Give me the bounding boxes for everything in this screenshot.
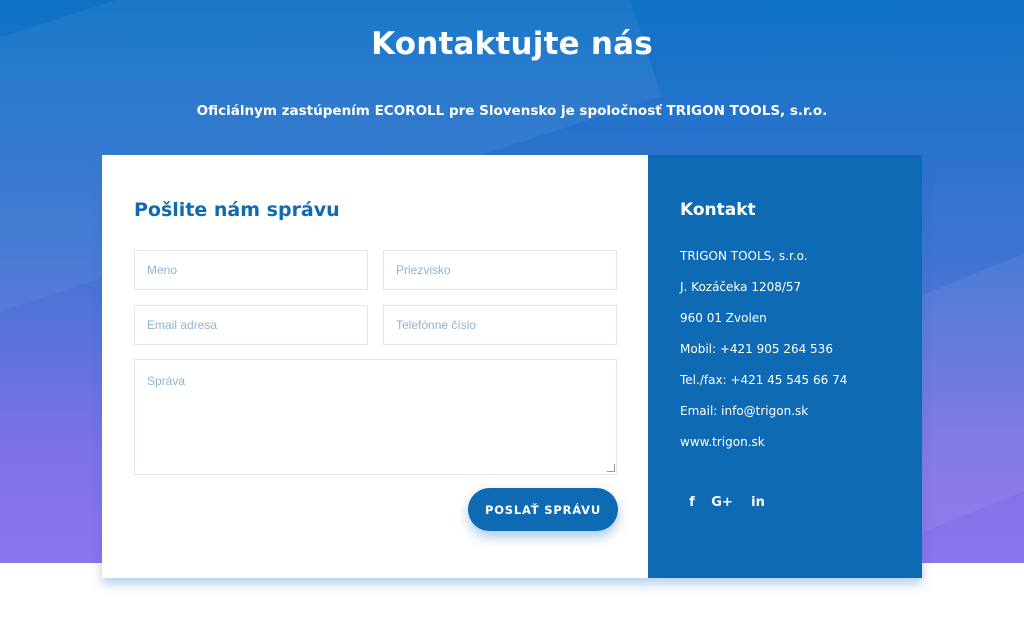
fax-number: Tel./fax: +421 45 545 66 74 [680,373,848,387]
email-address: Email: info@trigon.sk [680,404,809,418]
company-name: TRIGON TOOLS, s.r.o. [680,249,808,263]
message-textarea[interactable] [134,359,617,475]
mobile-number: Mobil: +421 905 264 536 [680,342,833,356]
social-links: f G+ in [680,491,776,513]
resize-handle[interactable] [607,464,615,472]
form-title: Pošlite nám správu [134,199,340,221]
contact-card: Pošlite nám správu POSLAŤ SPRÁVU Kontakt… [102,155,922,578]
contact-info-panel: Kontakt TRIGON TOOLS, s.r.o. J. Kozáčeka… [648,155,922,578]
website-link[interactable]: www.trigon.sk [680,434,847,465]
page-title: Kontaktujte nás [371,26,653,62]
send-message-button[interactable]: POSLAŤ SPRÁVU [468,488,618,531]
google-plus-icon[interactable]: G+ [704,491,740,513]
email-input[interactable] [134,305,368,345]
phone-input[interactable] [383,305,617,345]
last-name-input[interactable] [383,250,617,290]
contact-details: TRIGON TOOLS, s.r.o. J. Kozáčeka 1208/57… [680,248,847,465]
facebook-icon[interactable]: f [680,491,704,513]
address-city: 960 01 Zvolen [680,311,767,325]
first-name-input[interactable] [134,250,368,290]
contact-form: Pošlite nám správu POSLAŤ SPRÁVU [102,155,648,578]
linkedin-icon[interactable]: in [740,491,776,513]
address-street: J. Kozáčeka 1208/57 [680,280,802,294]
contact-title: Kontakt [680,200,756,220]
page-subtitle: Oficiálnym zastúpením ECOROLL pre Sloven… [196,103,828,119]
